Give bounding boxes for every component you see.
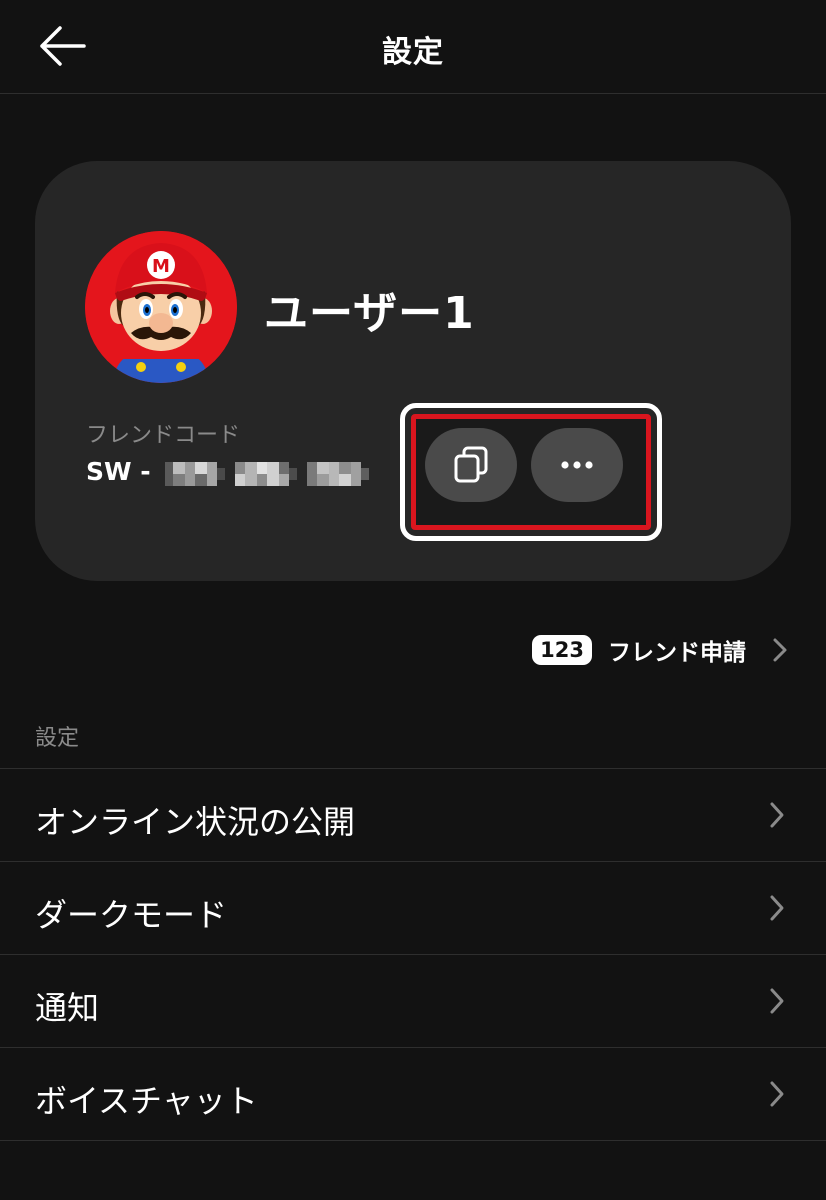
friend-code-prefix: SW - (86, 457, 151, 486)
settings-item-notifications[interactable]: 通知 (0, 955, 826, 1048)
copy-friend-code-button[interactable] (425, 428, 517, 502)
settings-item-label: 通知 (35, 989, 100, 1027)
settings-item-label: ダークモード (35, 896, 228, 934)
chevron-right-icon (770, 988, 784, 1014)
settings-list: オンライン状況の公開 ダークモード 通知 ボイスチャット (0, 768, 826, 1141)
svg-text:M: M (152, 256, 170, 277)
user-avatar[interactable]: M (85, 231, 237, 383)
copy-icon (454, 446, 488, 483)
settings-item-voice-chat[interactable]: ボイスチャット (0, 1048, 826, 1141)
chevron-right-icon (773, 638, 787, 662)
friend-request-link[interactable]: 123 フレンド申請 (532, 628, 788, 672)
chevron-right-icon (770, 802, 784, 828)
more-horizontal-icon (561, 461, 593, 469)
highlight-frame (400, 403, 662, 541)
username: ユーザー1 (264, 288, 475, 339)
settings-section-title: 設定 (35, 726, 80, 751)
highlight-frame-inner (411, 414, 651, 530)
page-title: 設定 (382, 35, 444, 70)
settings-item-dark-mode[interactable]: ダークモード (0, 862, 826, 955)
top-bar: 設定 (0, 0, 826, 94)
friend-request-count-badge: 123 (532, 635, 592, 665)
mario-avatar-icon: M (85, 231, 237, 383)
friend-code-label: フレンドコード (86, 423, 241, 448)
chevron-right-icon (770, 895, 784, 921)
more-options-button[interactable] (531, 428, 623, 502)
friend-code-pixelated (165, 462, 369, 486)
profile-card: M ユーザー1 フレンドコード SW - (35, 161, 791, 581)
settings-item-label: ボイスチャット (35, 1082, 258, 1120)
settings-item-online-status[interactable]: オンライン状況の公開 (0, 769, 826, 862)
friend-request-label: フレンド申請 (608, 640, 746, 666)
chevron-right-icon (770, 1081, 784, 1107)
settings-item-label: オンライン状況の公開 (35, 803, 356, 841)
